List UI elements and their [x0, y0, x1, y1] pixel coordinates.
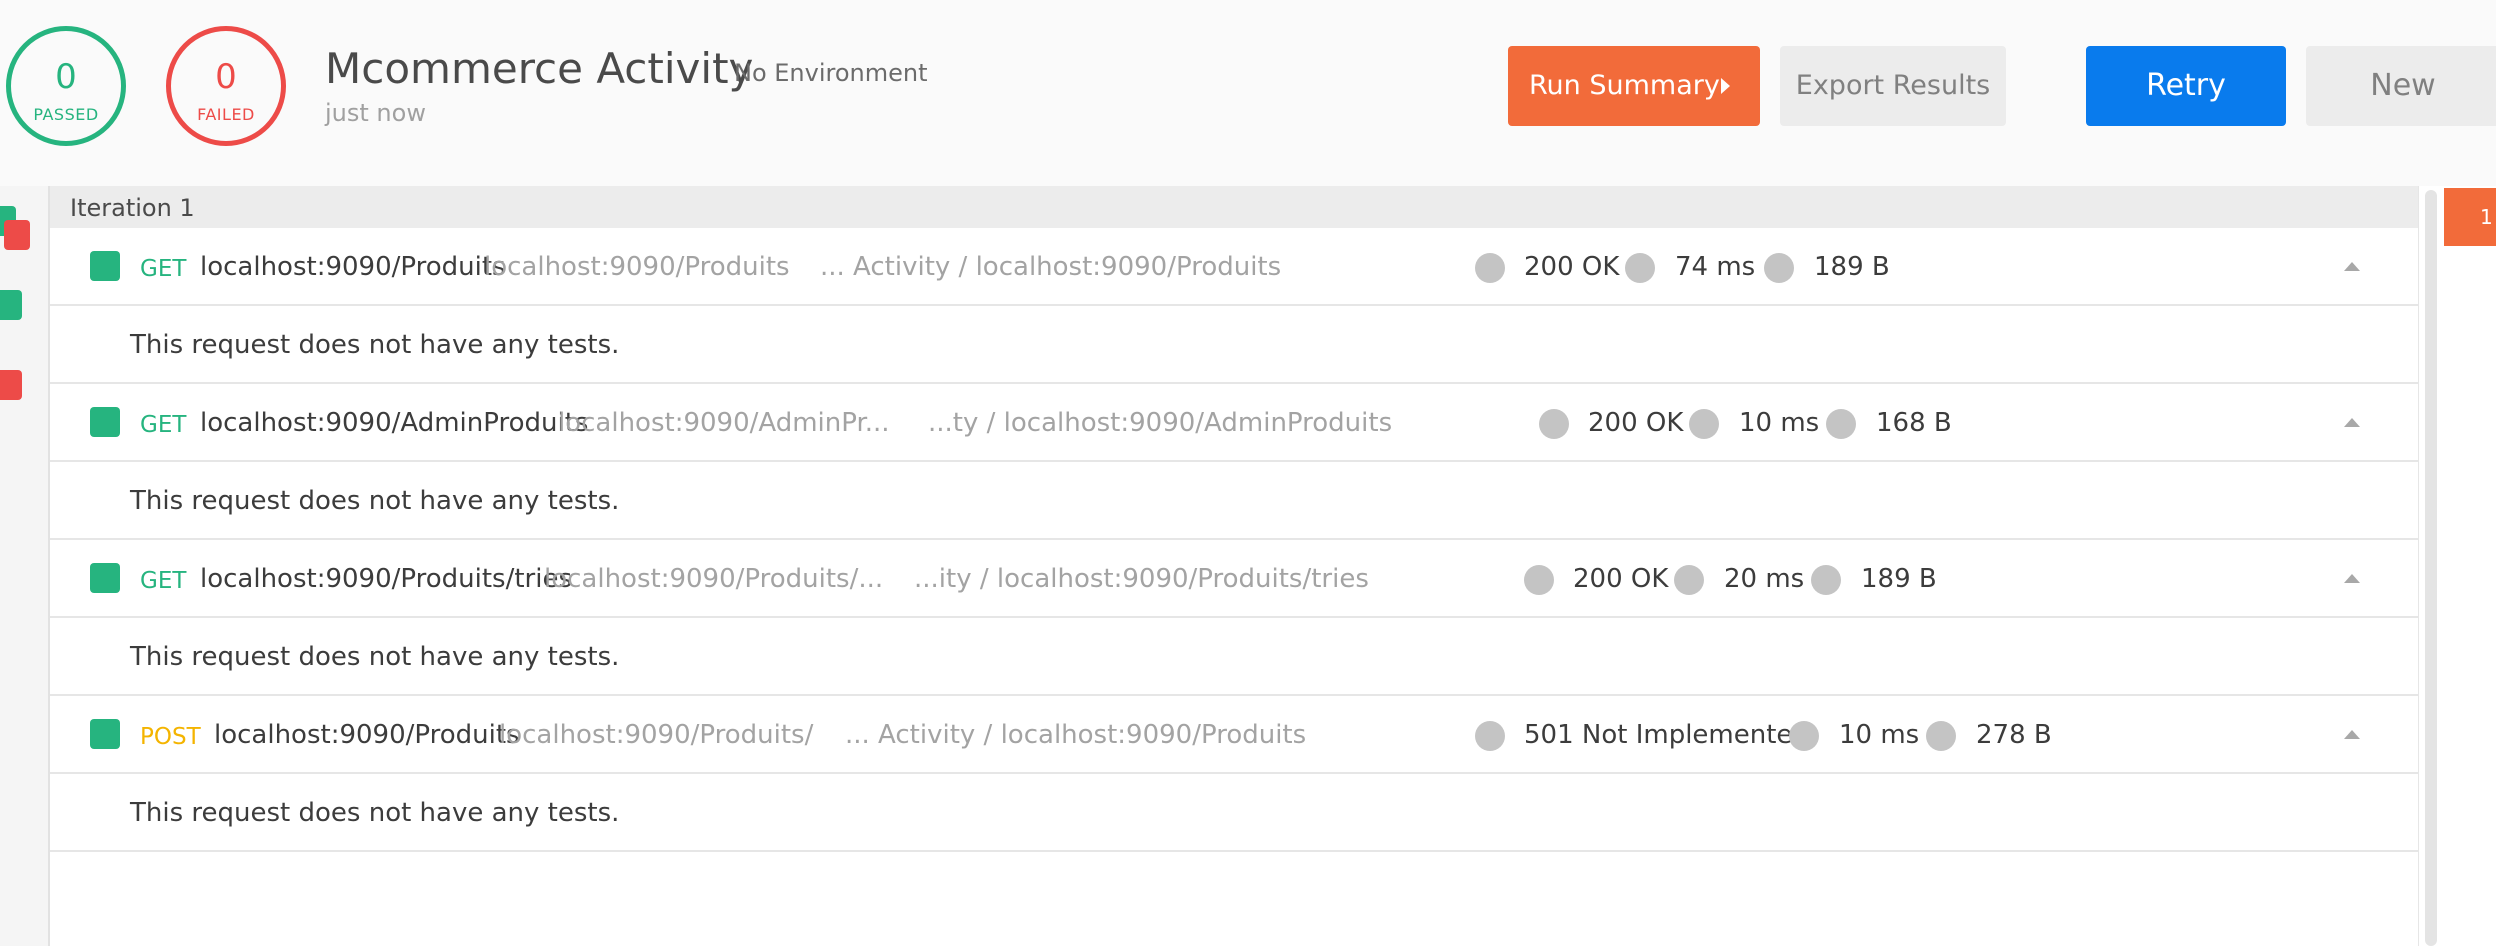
- size-dot-icon: [1811, 565, 1841, 595]
- retry-button[interactable]: Retry: [2086, 46, 2286, 126]
- response-time: 20 ms: [1724, 564, 1805, 594]
- request-name: localhost:9090/Produits: [200, 252, 506, 282]
- response-time: 10 ms: [1839, 720, 1920, 750]
- failed-count: 0: [215, 57, 237, 97]
- iteration-strip: [0, 186, 50, 946]
- run-summary-label: Run Summary: [1529, 70, 1720, 101]
- request-status-icon: [90, 719, 120, 749]
- request-name: localhost:9090/AdminProduits: [200, 408, 589, 438]
- time-dot-icon: [1689, 409, 1719, 439]
- request-path: ...ity / localhost:9090/Produits/tries: [914, 564, 1369, 594]
- response-time: 74 ms: [1675, 252, 1756, 282]
- passed-count: 0: [55, 57, 77, 97]
- collapse-caret-icon[interactable]: [2344, 262, 2360, 271]
- request-path: ... Activity / localhost:9090/Produits: [845, 720, 1307, 750]
- request-list: GET localhost:9090/Produits localhost:90…: [50, 228, 2418, 946]
- request-url: localhost:9090/Produits: [484, 252, 790, 282]
- no-tests-message: This request does not have any tests.: [130, 642, 620, 672]
- request-row[interactable]: POST localhost:9090/Produits localhost:9…: [50, 696, 2418, 774]
- run-header: 0 PASSED 0 FAILED Mcommerce Activity No …: [0, 0, 2496, 186]
- request-method: POST: [140, 724, 201, 750]
- caret-right-icon: [1721, 78, 1730, 94]
- time-dot-icon: [1625, 253, 1655, 283]
- iteration-header: Iteration 1: [50, 186, 2418, 228]
- response-size: 189 B: [1814, 252, 1890, 282]
- request-tests-row: This request does not have any tests.: [50, 462, 2418, 540]
- request-method: GET: [140, 412, 187, 438]
- request-status-icon: [90, 407, 120, 437]
- request-method: GET: [140, 256, 187, 282]
- request-tests-row: This request does not have any tests.: [50, 618, 2418, 696]
- response-size: 189 B: [1861, 564, 1937, 594]
- request-path: ... Activity / localhost:9090/Produits: [820, 252, 1282, 282]
- request-row[interactable]: GET localhost:9090/Produits localhost:90…: [50, 228, 2418, 306]
- new-button[interactable]: New: [2306, 46, 2496, 126]
- size-dot-icon: [1926, 721, 1956, 751]
- time-dot-icon: [1674, 565, 1704, 595]
- request-url: localhost:9090/AdminPr...: [558, 408, 890, 438]
- scrollbar-thumb[interactable]: [2425, 190, 2437, 946]
- iteration-tab-badge[interactable]: 1: [2444, 188, 2496, 246]
- request-tests-row: This request does not have any tests.: [50, 306, 2418, 384]
- status-dot-icon: [1475, 253, 1505, 283]
- time-dot-icon: [1789, 721, 1819, 751]
- status-dot-icon: [1475, 721, 1505, 751]
- no-tests-message: This request does not have any tests.: [130, 330, 620, 360]
- request-status-icon: [90, 563, 120, 593]
- no-tests-message: This request does not have any tests.: [130, 798, 620, 828]
- response-status: 200 OK: [1573, 564, 1669, 594]
- export-results-button[interactable]: Export Results: [1780, 46, 2006, 126]
- iteration-status-failed-marker[interactable]: [0, 370, 22, 400]
- size-dot-icon: [1826, 409, 1856, 439]
- failed-count-circle: 0 FAILED: [166, 26, 286, 146]
- response-status: 501 Not Implemented: [1524, 720, 1809, 750]
- run-time-label: just now: [325, 99, 426, 127]
- response-size: 278 B: [1976, 720, 2052, 750]
- no-tests-message: This request does not have any tests.: [130, 486, 620, 516]
- environment-label: No Environment: [734, 59, 928, 87]
- collection-title: Mcommerce Activity: [325, 44, 754, 93]
- request-path: ...ty / localhost:9090/AdminProduits: [928, 408, 1393, 438]
- size-dot-icon: [1764, 253, 1794, 283]
- collapse-caret-icon[interactable]: [2344, 418, 2360, 427]
- request-method: GET: [140, 568, 187, 594]
- request-row[interactable]: GET localhost:9090/Produits/tries localh…: [50, 540, 2418, 618]
- request-name: localhost:9090/Produits: [214, 720, 520, 750]
- request-tests-row: This request does not have any tests.: [50, 774, 2418, 852]
- response-status: 200 OK: [1524, 252, 1620, 282]
- status-dot-icon: [1524, 565, 1554, 595]
- status-dot-icon: [1539, 409, 1569, 439]
- run-summary-button[interactable]: Run Summary: [1508, 46, 1760, 126]
- collapse-caret-icon[interactable]: [2344, 574, 2360, 583]
- right-panel: 1: [2444, 186, 2496, 946]
- passed-label: PASSED: [33, 105, 99, 124]
- vertical-scrollbar[interactable]: [2418, 186, 2444, 946]
- passed-count-circle: 0 PASSED: [6, 26, 126, 146]
- request-row[interactable]: GET localhost:9090/AdminProduits localho…: [50, 384, 2418, 462]
- iteration-status-passed-marker[interactable]: [0, 290, 22, 320]
- iteration-status-failed-marker[interactable]: [4, 220, 30, 250]
- response-size: 168 B: [1876, 408, 1952, 438]
- request-name: localhost:9090/Produits/tries: [200, 564, 572, 594]
- request-url: localhost:9090/Produits/: [499, 720, 814, 750]
- collapse-caret-icon[interactable]: [2344, 730, 2360, 739]
- response-time: 10 ms: [1739, 408, 1820, 438]
- request-status-icon: [90, 251, 120, 281]
- failed-label: FAILED: [197, 105, 255, 124]
- response-status: 200 OK: [1588, 408, 1684, 438]
- iteration-label: Iteration 1: [70, 194, 195, 222]
- request-url: localhost:9090/Produits/...: [544, 564, 884, 594]
